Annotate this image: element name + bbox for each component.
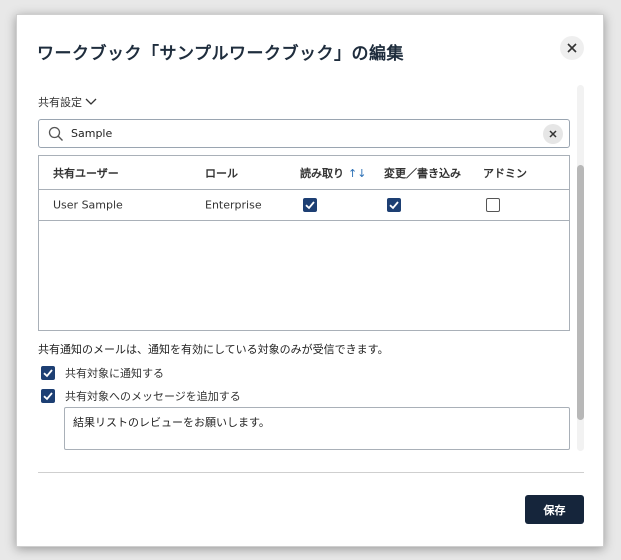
share-settings-toggle[interactable]: 共有設定 [38,94,97,110]
edit-workbook-dialog: ワークブック「サンプルワークブック」の編集 共有設定 共有ユーザー ロール [16,14,604,547]
close-button[interactable] [560,36,584,60]
table-header: 共有ユーザー ロール 読み取り ↑↓ 変更／書き込み アドミン [39,156,569,190]
checkmark-icon [43,392,53,401]
column-header-admin: アドミン [483,166,527,180]
checkmark-icon [43,369,53,378]
close-icon [567,43,577,53]
chevron-down-icon [85,98,97,105]
share-settings-label: 共有設定 [38,96,82,109]
dialog-title: ワークブック「サンプルワークブック」の編集 [37,44,404,64]
search-icon [48,126,63,141]
column-header-read-label: 読み取り [300,166,344,180]
add-message-label: 共有対象へのメッセージを追加する [65,390,241,403]
scrollbar-thumb[interactable] [577,165,584,420]
search-input[interactable] [71,127,511,140]
read-checkbox[interactable] [303,198,317,212]
scrollbar[interactable] [577,85,584,451]
checkmark-icon [305,201,315,210]
notify-recipients-option[interactable]: 共有対象に通知する [41,365,164,381]
add-message-option[interactable]: 共有対象へのメッセージを追加する [41,388,241,404]
column-header-user: 共有ユーザー [53,166,119,180]
user-name: User Sample [53,198,123,212]
close-icon [549,130,557,138]
divider [38,472,584,473]
add-message-checkbox[interactable] [41,389,55,403]
column-header-write: 変更／書き込み [384,166,461,180]
notify-label: 共有対象に通知する [65,367,164,380]
column-header-role: ロール [205,166,238,180]
user-role: Enterprise [205,198,262,212]
column-header-read[interactable]: 読み取り ↑↓ [300,165,366,181]
notify-checkbox[interactable] [41,366,55,380]
admin-checkbox[interactable] [486,198,500,212]
notification-notice: 共有通知のメールは、通知を有効にしている対象のみが受信できます。 [38,343,389,356]
shared-users-table: 共有ユーザー ロール 読み取り ↑↓ 変更／書き込み アドミン User Samp… [38,155,570,331]
checkmark-icon [389,201,399,210]
message-input[interactable]: 結果リストのレビューをお願いします。 [64,407,570,450]
sort-icon[interactable]: ↑↓ [348,167,366,180]
table-row: User Sample Enterprise [39,190,569,221]
save-button[interactable]: 保存 [525,495,584,524]
clear-search-button[interactable] [543,124,563,144]
write-checkbox[interactable] [387,198,401,212]
search-box [38,119,570,148]
